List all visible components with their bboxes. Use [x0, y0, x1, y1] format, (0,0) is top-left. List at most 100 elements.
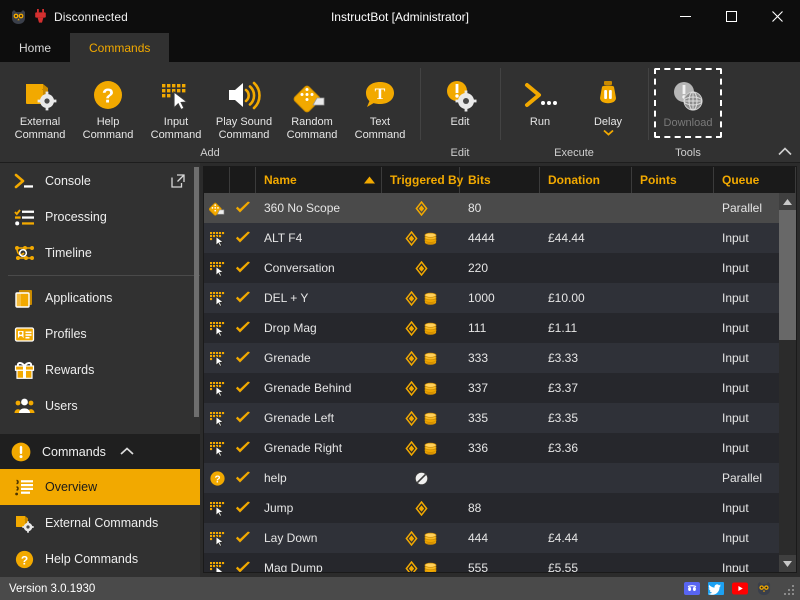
add-help-command-label: Help Command [82, 116, 134, 141]
grid-scrollbar[interactable] [779, 193, 796, 572]
column-header-enabled[interactable] [230, 167, 256, 193]
table-row[interactable]: Conversation 220 Input [204, 253, 796, 283]
instructbot-owl-icon [10, 9, 27, 25]
cell-name: Drop Mag [264, 321, 317, 335]
input-command-icon [209, 290, 226, 307]
bits-icon [404, 530, 418, 546]
console-icon [14, 171, 35, 192]
add-random-command-button[interactable]: Random Command [278, 68, 346, 142]
cell-points [632, 553, 714, 572]
column-header-triggered-by[interactable]: Triggered By [382, 167, 463, 193]
sidebar-item-users[interactable]: Users [0, 388, 200, 424]
edit-button[interactable]: Edit [426, 68, 494, 138]
row-enabled-icon-cell [230, 223, 256, 253]
column-header-bits[interactable]: Bits [460, 167, 540, 193]
cell-triggered-by [382, 433, 460, 463]
row-type-icon-cell [204, 223, 230, 253]
column-header-queue[interactable]: Queue [714, 167, 796, 193]
twitter-icon[interactable] [707, 581, 724, 596]
close-icon[interactable] [754, 0, 800, 33]
sidebar-item-timeline-label: Timeline [45, 246, 92, 260]
table-row[interactable]: ? help Parallel [204, 463, 796, 493]
coins-icon [423, 351, 438, 366]
table-row[interactable]: Mag Dump 555 £5.55 Input [204, 553, 796, 572]
table-row[interactable]: DEL + Y 1000 £10.00 Input [204, 283, 796, 313]
cell-triggered-by [382, 403, 460, 433]
table-row[interactable]: Grenade Left 335 £3.35 Input [204, 403, 796, 433]
table-row[interactable]: 360 No Scope 80 Parallel [204, 193, 796, 223]
cell-bits: 333 [468, 351, 489, 365]
sidebar-item-processing[interactable]: Processing [0, 199, 200, 235]
table-row[interactable]: Grenade Right 336 £3.36 Input [204, 433, 796, 463]
table-row[interactable]: Grenade 333 £3.33 Input [204, 343, 796, 373]
cell-donation: £1.11 [548, 321, 578, 335]
sidebar-item-external-commands[interactable]: External Commands [0, 505, 200, 541]
maximize-icon[interactable] [708, 0, 754, 33]
row-type-icon-cell [204, 253, 230, 283]
add-external-command-button[interactable]: External Command [6, 68, 74, 142]
sidebar-group-commands[interactable]: Commands [0, 434, 200, 469]
svg-text:T: T [375, 86, 386, 103]
sidebar-item-overview[interactable]: Overview [0, 469, 200, 505]
ribbon-collapse-chevron-up-icon[interactable] [776, 142, 794, 160]
check-icon [235, 381, 251, 395]
cell-points [632, 343, 714, 373]
column-header-name[interactable]: Name [256, 167, 382, 193]
coins-icon [423, 231, 438, 246]
scroll-up-icon[interactable] [779, 193, 796, 210]
sidebar-item-help-commands[interactable]: ? Help Commands [0, 541, 200, 577]
bits-icon [404, 440, 418, 456]
table-row[interactable]: Grenade Behind 337 £3.37 Input [204, 373, 796, 403]
table-row[interactable]: Lay Down 444 £4.44 Input [204, 523, 796, 553]
discord-icon[interactable] [683, 581, 700, 596]
cell-name: help [264, 471, 287, 485]
popout-icon[interactable] [167, 171, 188, 192]
youtube-icon[interactable] [731, 581, 748, 596]
add-input-command-label: Input Command [150, 116, 202, 141]
column-header-donation[interactable]: Donation [540, 167, 632, 193]
svg-text:?: ? [102, 86, 114, 108]
table-row[interactable]: Drop Mag 111 £1.11 Input [204, 313, 796, 343]
add-text-command-button[interactable]: T Text Command [346, 68, 414, 142]
add-play-sound-command-button[interactable]: Play Sound Command [210, 68, 278, 142]
sidebar-item-rewards[interactable]: Rewards [0, 352, 200, 388]
grid-scrollbar-thumb[interactable] [779, 210, 796, 340]
sidebar-item-applications[interactable]: Applications [0, 280, 200, 316]
add-help-command-button[interactable]: ? Help Command [74, 68, 142, 142]
resize-grip-icon[interactable] [784, 583, 796, 595]
sidebar-item-console[interactable]: Console [0, 163, 200, 199]
table-row[interactable]: ALT F4 4444 £44.44 Input [204, 223, 796, 253]
main-body: Console Processing Timeline Applications… [0, 163, 800, 577]
download-button[interactable]: Download [654, 68, 722, 138]
coins-icon [423, 291, 438, 306]
cell-donation: £3.37 [548, 381, 579, 395]
chevron-up-icon[interactable] [116, 441, 138, 463]
sidebar-group-commands-label: Commands [42, 444, 106, 459]
scroll-down-icon[interactable] [779, 555, 796, 572]
instructbot-owl-icon[interactable] [755, 581, 772, 596]
no-trigger-icon [414, 471, 429, 486]
svg-text:?: ? [214, 474, 220, 485]
column-header-type[interactable] [204, 167, 230, 193]
cell-points [632, 433, 714, 463]
cell-donation [540, 193, 632, 223]
chevron-down-icon[interactable] [602, 129, 614, 136]
delay-button[interactable]: Delay [574, 68, 642, 138]
sidebar-item-console-label: Console [45, 174, 91, 188]
sidebar-scrollbar[interactable] [193, 167, 200, 432]
check-icon [235, 291, 251, 305]
add-random-command-label: Random Command [286, 116, 338, 141]
sidebar-scrollbar-thumb[interactable] [194, 167, 199, 417]
tab-home[interactable]: Home [0, 33, 70, 62]
add-input-command-button[interactable]: Input Command [142, 68, 210, 142]
minimize-icon[interactable] [662, 0, 708, 33]
table-row[interactable]: Jump 88 Input [204, 493, 796, 523]
run-button[interactable]: Run [506, 68, 574, 138]
sidebar-item-profiles[interactable]: Profiles [0, 316, 200, 352]
column-header-points[interactable]: Points [632, 167, 714, 193]
bits-icon [414, 200, 428, 216]
input-command-icon [209, 530, 226, 547]
tab-commands[interactable]: Commands [70, 33, 170, 62]
external-command-icon [21, 74, 59, 116]
sidebar-item-timeline[interactable]: Timeline [0, 235, 200, 271]
